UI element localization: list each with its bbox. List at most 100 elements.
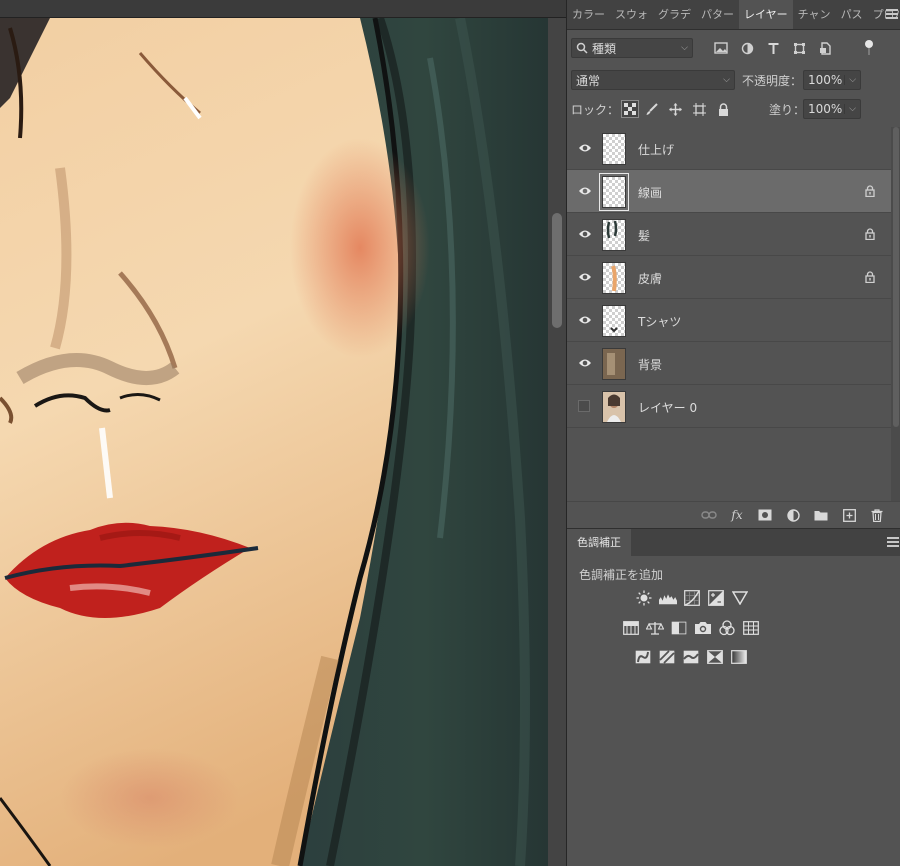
layer-row-selected[interactable]: 線画 (567, 170, 891, 213)
lock-icon (865, 185, 875, 197)
lock-image-button[interactable] (639, 98, 663, 120)
filter-adjustment-button[interactable] (735, 37, 759, 59)
brush-icon (646, 102, 658, 115)
filter-toggle[interactable] (864, 40, 874, 59)
black-white-icon (671, 621, 687, 635)
panel-menu-icon[interactable] (886, 9, 898, 21)
checkerboard-icon (624, 103, 637, 115)
layer-row[interactable]: 皮膚 (567, 256, 891, 299)
color-lookup-button[interactable] (742, 620, 760, 636)
hue-saturation-button[interactable] (622, 620, 640, 636)
new-adjustment-layer-button[interactable] (783, 506, 803, 524)
filter-type-button[interactable] (761, 37, 785, 59)
filter-pixel-button[interactable] (709, 37, 733, 59)
eye-icon[interactable] (578, 314, 592, 326)
layer-thumbnail (602, 219, 626, 251)
new-layer-button[interactable] (839, 506, 859, 524)
photo-filter-button[interactable] (694, 620, 712, 636)
fill-field[interactable]: 100% ⌵ (803, 99, 861, 119)
layers-scrollbar[interactable] (891, 127, 900, 501)
layer-name[interactable]: Tシャツ (638, 313, 681, 330)
canvas-vertical-scrollbar[interactable] (548, 18, 566, 866)
threshold-button[interactable] (682, 649, 700, 665)
lock-all-button[interactable] (711, 98, 735, 120)
tab-layers[interactable]: レイヤー (739, 0, 793, 29)
blend-row: 通常 ⌵ 不透明度： 100% ⌵ (567, 66, 900, 94)
layer-name[interactable]: レイヤー 0 (638, 399, 697, 416)
channel-mixer-button[interactable] (718, 620, 736, 636)
eye-icon[interactable] (578, 271, 592, 283)
chevron-down-icon[interactable]: ⌵ (844, 104, 856, 114)
layer-thumbnail (602, 305, 626, 337)
layer-row[interactable]: 髪 (567, 213, 891, 256)
lock-artboard-button[interactable] (687, 98, 711, 120)
color-balance-button[interactable] (646, 620, 664, 636)
delete-layer-button[interactable] (867, 506, 887, 524)
layer-row[interactable]: 仕上げ (567, 127, 891, 170)
adjustments-panel: 色調補正を追加 (567, 556, 900, 866)
document-canvas[interactable] (0, 18, 548, 866)
eye-icon[interactable] (578, 185, 592, 197)
eye-icon[interactable] (578, 142, 592, 154)
opacity-label: 不透明度： (742, 73, 803, 88)
skin-thumbnail-art (611, 265, 617, 292)
filter-smart-object-button[interactable] (813, 37, 837, 59)
lock-transparent-button[interactable] (621, 100, 640, 118)
layer-row[interactable]: Tシャツ (567, 299, 891, 342)
half-circle-icon (741, 42, 753, 54)
tab-channels[interactable]: チャン (793, 0, 836, 29)
filter-kind-select[interactable]: 種類 ⌵ (571, 38, 693, 58)
selective-color-button[interactable] (706, 649, 724, 665)
lock-icon (865, 271, 875, 283)
sun-icon (636, 590, 652, 606)
new-group-button[interactable] (811, 506, 831, 524)
layer-name[interactable]: 仕上げ (638, 141, 674, 158)
add-mask-button[interactable] (755, 506, 775, 524)
gradient-map-button[interactable] (730, 649, 748, 665)
filter-buttons (709, 37, 837, 59)
lock-position-button[interactable] (663, 98, 687, 120)
invert-button[interactable] (634, 649, 652, 665)
tab-swatches[interactable]: スウォ (610, 0, 653, 29)
layer-name[interactable]: 皮膚 (638, 270, 662, 287)
tab-gradients[interactable]: グラデ (653, 0, 696, 29)
posterize-button[interactable] (658, 649, 676, 665)
brightness-contrast-button[interactable] (635, 590, 653, 606)
curves-button[interactable] (683, 590, 701, 606)
layer-name[interactable]: 髪 (638, 227, 650, 244)
blend-mode-value: 通常 (576, 73, 601, 88)
tab-adjustments[interactable]: 色調補正 (567, 529, 631, 557)
visibility-toggle-off[interactable] (578, 400, 590, 412)
tshirt-thumbnail-art (610, 327, 618, 333)
filter-shape-button[interactable] (787, 37, 811, 59)
exposure-button[interactable] (707, 590, 725, 606)
background-thumbnail-art (603, 349, 625, 379)
tab-paths[interactable]: パス (836, 0, 868, 29)
camera-icon (695, 622, 711, 634)
image-icon (714, 42, 728, 54)
document-tab-strip (0, 0, 566, 18)
chevron-down-icon[interactable]: ⌵ (844, 75, 856, 85)
eye-icon[interactable] (578, 228, 592, 240)
half-circle-icon (786, 508, 800, 522)
fx-button[interactable]: fx (727, 506, 747, 524)
opacity-field[interactable]: 100% ⌵ (803, 70, 862, 90)
black-white-button[interactable] (670, 620, 688, 636)
panel-menu-icon[interactable] (887, 537, 899, 549)
smart-object-icon (819, 41, 831, 55)
gradient-map-icon (731, 650, 747, 664)
levels-button[interactable] (659, 590, 677, 606)
link-layers-button[interactable] (699, 506, 719, 524)
layer-row[interactable]: レイヤー 0 (567, 385, 891, 428)
scrollbar-thumb[interactable] (893, 127, 899, 427)
folder-icon (814, 511, 828, 521)
layer-row[interactable]: 背景 (567, 342, 891, 385)
eye-icon[interactable] (578, 357, 592, 369)
layer-name[interactable]: 線画 (638, 184, 662, 201)
layer-name[interactable]: 背景 (638, 356, 662, 373)
tab-patterns[interactable]: パター (696, 0, 739, 29)
blend-mode-select[interactable]: 通常 ⌵ (571, 70, 735, 90)
tab-color[interactable]: カラー (567, 0, 610, 29)
scrollbar-thumb[interactable] (552, 213, 562, 328)
vibrance-button[interactable] (731, 590, 749, 606)
